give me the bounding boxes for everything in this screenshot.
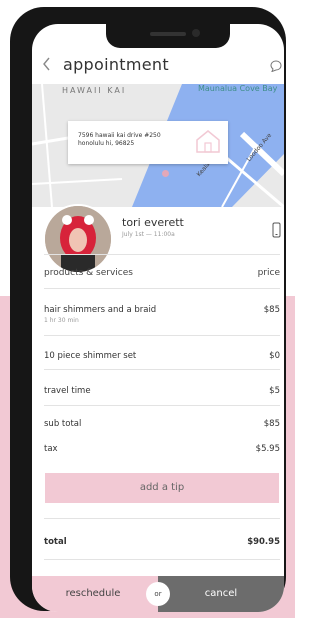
services-header-label: products & services — [44, 268, 133, 278]
divider — [44, 288, 280, 289]
address-line2: honolulu hi, 96825 — [78, 140, 135, 147]
map-place-label: Maunalua Cove Bay — [198, 84, 278, 93]
speaker — [150, 32, 186, 36]
divider — [44, 369, 280, 370]
price-header-label: price — [257, 268, 280, 278]
divider — [44, 559, 280, 560]
screen: appointment HAWAII KAI Maunalua Cove Bay… — [32, 24, 284, 612]
cancel-button[interactable]: cancel — [158, 576, 284, 612]
add-tip-button[interactable]: add a tip — [45, 473, 279, 503]
client-name: tori everett — [122, 216, 184, 229]
address-line1: 7596 hawaii kai drive #250 — [78, 132, 161, 139]
phone-notch — [106, 14, 230, 48]
map-area-label: HAWAII KAI — [62, 86, 127, 95]
divider — [44, 405, 280, 406]
page-title: appointment — [63, 55, 169, 74]
service-name: 10 piece shimmer set — [44, 351, 137, 361]
appointment-date: July 1st — 11:00a — [122, 231, 175, 238]
house-icon — [196, 130, 220, 153]
subtotal-label: sub total — [44, 419, 82, 429]
tax-value: $5.95 — [255, 444, 280, 454]
or-badge: or — [146, 582, 170, 606]
address-text: 7596 hawaii kai drive #250 honolulu hi, … — [78, 132, 161, 148]
divider — [44, 335, 280, 336]
service-name: hair shimmers and a braid — [44, 305, 157, 315]
avatar — [43, 204, 113, 274]
reschedule-label: reschedule — [65, 588, 121, 599]
tax-label: tax — [44, 444, 58, 454]
service-price: $85 — [263, 305, 280, 315]
address-callout[interactable]: 7596 hawaii kai drive #250 honolulu hi, … — [68, 121, 228, 164]
chevron-left-icon[interactable] — [42, 57, 52, 71]
phone-icon[interactable] — [272, 222, 281, 238]
location-pin-icon — [162, 170, 169, 177]
action-bar: reschedule cancel or — [32, 576, 284, 612]
divider — [44, 254, 280, 255]
service-name: travel time — [44, 386, 91, 396]
subtotal-value: $85 — [263, 419, 280, 429]
phone-frame: appointment HAWAII KAI Maunalua Cove Bay… — [10, 7, 286, 612]
camera — [192, 29, 200, 37]
service-duration: 1 hr 30 min — [44, 317, 79, 324]
service-price: $0 — [269, 351, 280, 361]
divider — [44, 518, 280, 519]
total-value: $90.95 — [247, 537, 280, 547]
service-price: $5 — [269, 386, 280, 396]
chat-bubble-icon[interactable] — [270, 60, 282, 72]
total-label: total — [44, 537, 67, 547]
avatar-photo — [45, 206, 111, 272]
reschedule-button[interactable]: reschedule — [32, 576, 158, 612]
location-map[interactable]: HAWAII KAI Maunalua Cove Bay Kealahou Pl… — [32, 84, 284, 207]
